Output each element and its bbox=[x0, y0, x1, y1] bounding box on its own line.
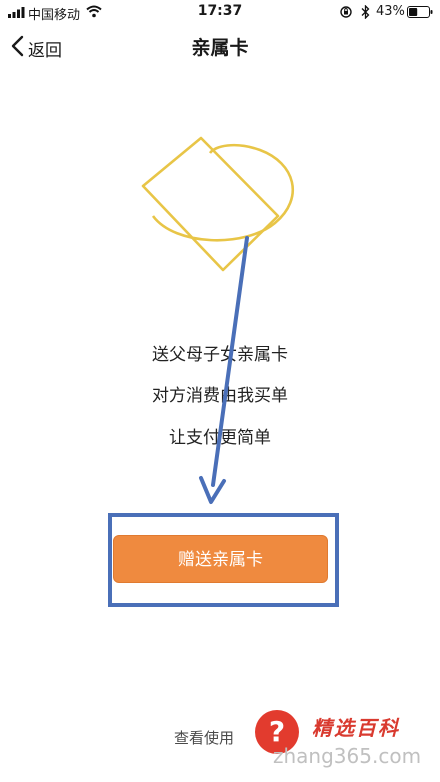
card-illustration-icon bbox=[141, 136, 294, 272]
page-title: 亲属卡 bbox=[191, 37, 249, 59]
status-bar: 中国移动 17:37 43% bbox=[0, 0, 440, 24]
nav-bar: 返回 亲属卡 bbox=[0, 24, 440, 68]
slogan-line-2: 对方消费由我买单 bbox=[152, 386, 288, 406]
status-time: 17:37 bbox=[197, 3, 243, 19]
battery-percent: 43% bbox=[376, 4, 405, 19]
view-usage-link[interactable]: 查看使用 bbox=[174, 727, 234, 748]
bluetooth-icon bbox=[361, 5, 370, 19]
watermark-url: zhang365.com bbox=[273, 744, 422, 768]
watermark: ? 精选百科 zhang365.com bbox=[255, 704, 440, 782]
watermark-title: 精选百科 bbox=[312, 716, 400, 740]
slogan-line-3: 让支付更简单 bbox=[169, 428, 271, 448]
slogan-line-1: 送父母子女亲属卡 bbox=[152, 345, 288, 365]
gift-family-card-button[interactable]: 赠送亲属卡 bbox=[113, 535, 328, 583]
battery-icon bbox=[407, 6, 433, 18]
rotation-lock-icon bbox=[340, 6, 352, 18]
